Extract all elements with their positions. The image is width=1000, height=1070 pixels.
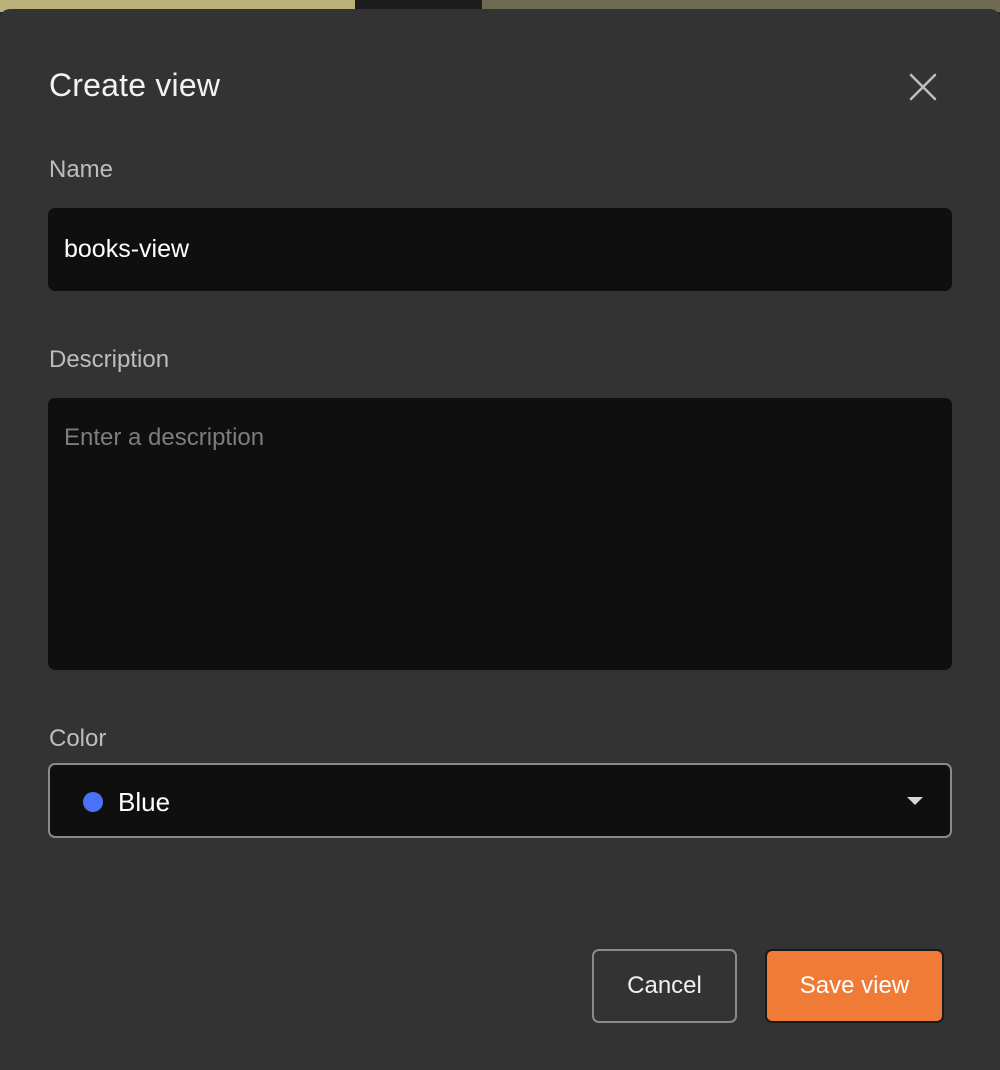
cancel-button[interactable]: Cancel [592,949,737,1023]
create-view-dialog: Create view Name Description Color Blue … [0,9,1000,1070]
name-input[interactable] [48,208,952,291]
close-icon [909,73,937,101]
name-label: Name [49,156,114,183]
color-swatch [83,792,103,812]
color-select[interactable]: Blue [48,763,952,838]
description-label: Description [49,346,170,373]
dialog-title: Create view [49,67,221,103]
color-selected-value: Blue [118,787,171,817]
close-button[interactable] [900,67,946,107]
save-view-button[interactable]: Save view [765,949,944,1023]
color-label: Color [49,725,107,752]
chevron-down-icon [907,797,923,805]
description-textarea[interactable] [48,398,952,670]
